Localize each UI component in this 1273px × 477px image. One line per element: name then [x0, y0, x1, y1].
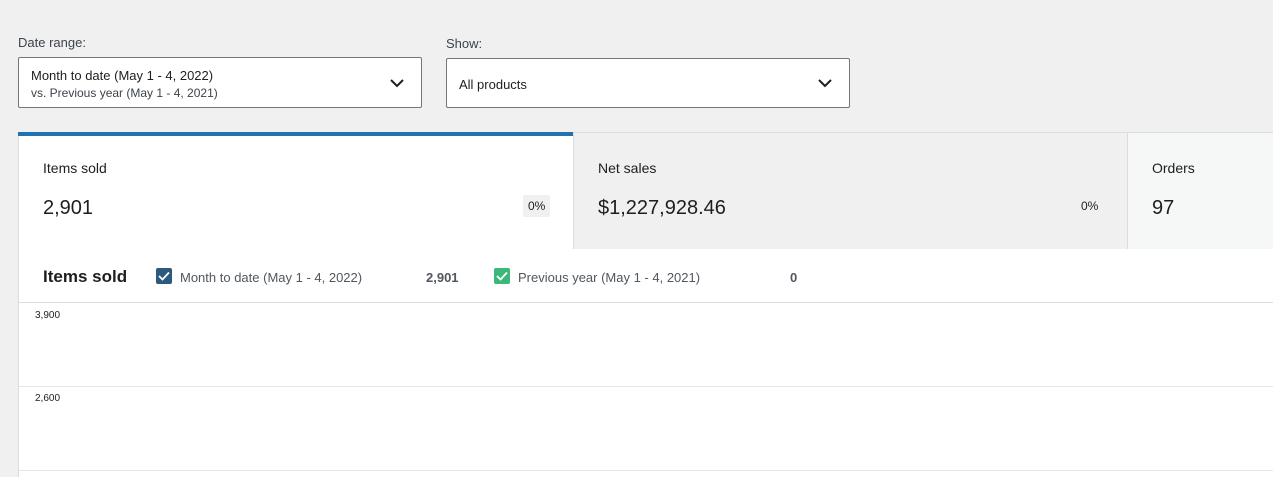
checkbox-checked-icon	[494, 268, 510, 284]
legend-total: 0	[790, 270, 798, 285]
tile-value: 2,901	[43, 197, 94, 219]
chart-panel: Items sold Month to date (May 1 - 4, 202…	[18, 249, 1273, 477]
y-tick-label: 2,600	[35, 393, 61, 404]
summary-tile-orders[interactable]: Orders 97	[1127, 133, 1273, 249]
checkbox-checked-icon	[156, 268, 172, 284]
date-range-secondary: vs. Previous year (May 1 - 4, 2021)	[31, 86, 218, 100]
tile-value: $1,227,928.46	[598, 197, 726, 219]
gridline	[19, 470, 1273, 471]
tile-label: Orders	[1152, 160, 1195, 176]
tile-label: Net sales	[598, 160, 657, 176]
chevron-down-icon	[818, 79, 832, 88]
date-range-select[interactable]: Month to date (May 1 - 4, 2022) vs. Prev…	[18, 57, 422, 108]
legend-label: Previous year (May 1 - 4, 2021)	[518, 270, 701, 285]
date-range-primary: Month to date (May 1 - 4, 2022)	[31, 68, 214, 83]
chevron-down-icon	[390, 78, 404, 87]
tile-label: Items sold	[43, 160, 107, 176]
summary-tile-net-sales[interactable]: Net sales $1,227,928.46 0%	[573, 133, 1127, 249]
show-select[interactable]: All products	[446, 58, 850, 108]
date-range-label: Date range:	[18, 35, 86, 50]
tile-delta: 0%	[523, 195, 551, 217]
gridline	[19, 386, 1273, 387]
show-label: Show:	[446, 36, 483, 51]
y-tick-label: 3,900	[35, 310, 61, 321]
chart-title: Items sold	[43, 267, 128, 286]
legend-total: 2,901	[426, 270, 459, 285]
show-value: All products	[459, 77, 527, 92]
tile-delta: 0%	[1081, 199, 1099, 213]
tile-value: 97	[1152, 197, 1175, 219]
summary-numbers: Items sold 2,901 0% Net sales $1,227,928…	[18, 132, 1273, 250]
legend-label: Month to date (May 1 - 4, 2022)	[180, 270, 363, 285]
summary-tile-items-sold[interactable]: Items sold 2,901 0%	[18, 132, 573, 249]
chart-header: Items sold Month to date (May 1 - 4, 202…	[19, 249, 1273, 303]
